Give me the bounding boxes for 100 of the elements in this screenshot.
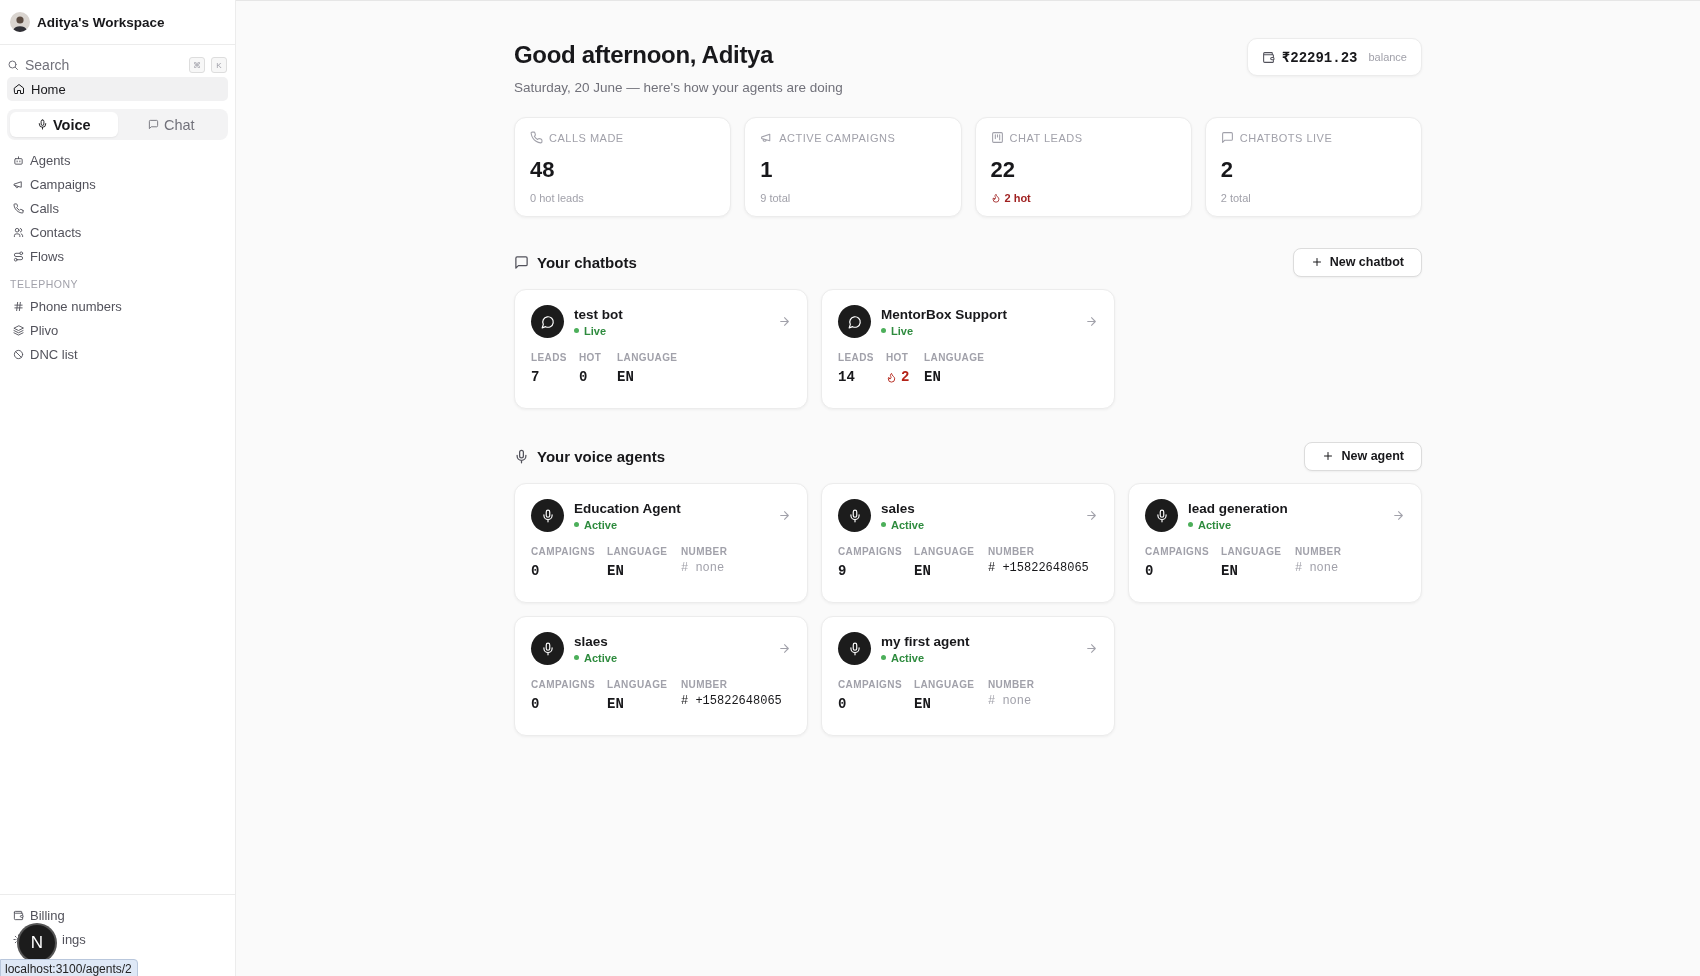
- stat-label: LANGUAGE: [924, 352, 985, 363]
- plus-icon: [1322, 450, 1335, 462]
- wallet-icon: [13, 909, 24, 921]
- stat-label: NUMBER: [988, 679, 1035, 690]
- board-icon: [990, 131, 1004, 144]
- search-icon: [7, 59, 19, 71]
- phone-number: # +15822648065: [681, 694, 782, 708]
- agent-card[interactable]: slaes Active CAMPAIGNS 0 LANGUAGE EN NUMBER # +15822648065: [514, 616, 808, 736]
- sidebar-item[interactable]: Plivo: [7, 318, 228, 342]
- stat-value: EN: [924, 369, 942, 385]
- microphone-icon: [540, 641, 555, 656]
- chat-bubble-icon: [514, 254, 529, 270]
- new-chatbot-button[interactable]: New chatbot: [1292, 247, 1422, 277]
- agent-card[interactable]: lead generation Active CAMPAIGNS 0 LANGUAGE EN NUMBER # none: [1128, 483, 1422, 603]
- chatbot-card[interactable]: test bot Live LEADS 7 HOT 0 LANGUAGE EN: [514, 289, 808, 409]
- stat-note: 2 hot: [990, 192, 1176, 204]
- phone-number: # none: [681, 561, 726, 575]
- microphone-icon: [1154, 508, 1169, 523]
- stat-label: CHATBOTS LIVE: [1239, 131, 1333, 144]
- chat-bubble-icon: [1220, 131, 1234, 144]
- flame-icon: [886, 371, 897, 383]
- stat-value: EN: [1221, 563, 1239, 579]
- status-label: Active: [891, 651, 925, 664]
- card-title: lead generation: [1188, 500, 1288, 516]
- mode-tab[interactable]: Voice: [10, 112, 118, 137]
- stat-label: LANGUAGE: [914, 546, 976, 557]
- chat-bubble-icon: [847, 314, 862, 329]
- agent-card[interactable]: sales Active CAMPAIGNS 9 LANGUAGE EN NUMBER # +15822648065: [821, 483, 1115, 603]
- agent-card[interactable]: my first agent Active CAMPAIGNS 0 LANGUAGE EN NUMBER # none: [821, 616, 1115, 736]
- stat-value: 0: [531, 696, 541, 712]
- arrow-right-icon: [778, 509, 791, 522]
- greeting-heading: Good afternoon, Aditya: [514, 41, 775, 69]
- section-title: Your chatbots: [537, 253, 637, 271]
- mode-tab[interactable]: Chat: [117, 112, 225, 137]
- card-title: sales: [881, 500, 916, 516]
- stat-value: EN: [607, 563, 625, 579]
- sidebar-item[interactable]: Flows: [7, 244, 228, 268]
- stat-label: LANGUAGE: [617, 352, 678, 363]
- stat-value: 2: [1220, 157, 1234, 183]
- balance-amount: ₹22291.23: [1281, 48, 1358, 66]
- phone-number: # none: [1295, 561, 1340, 575]
- card-title: my first agent: [881, 633, 970, 649]
- home-nav-item[interactable]: Home: [7, 77, 228, 101]
- stat-value: EN: [914, 563, 932, 579]
- arrow-right-icon: [1085, 509, 1098, 522]
- workspace-name[interactable]: Aditya's Workspace: [37, 14, 165, 30]
- microphone-icon: [540, 508, 555, 523]
- chat-bubble-icon: [540, 314, 555, 329]
- megaphone-icon: [13, 178, 24, 190]
- stat-label: HOT: [579, 352, 603, 363]
- sidebar-item[interactable]: Billing: [30, 907, 65, 923]
- new-agent-button[interactable]: New agent: [1304, 441, 1422, 471]
- status-label: Active: [1198, 518, 1232, 531]
- stat-label: CAMPAIGNS: [531, 679, 595, 690]
- layers-icon: [13, 324, 24, 336]
- stat-label: LANGUAGE: [914, 679, 976, 690]
- flow-icon: [13, 250, 24, 262]
- stat-value: 1: [760, 157, 774, 183]
- stat-value: 0: [838, 696, 848, 712]
- status-label: Active: [891, 518, 925, 531]
- robot-icon: [13, 154, 24, 166]
- search-field[interactable]: Search: [25, 57, 183, 73]
- sidebar-item[interactable]: Phone numbers: [7, 294, 228, 318]
- arrow-right-icon: [778, 315, 791, 328]
- microphone-icon: [514, 448, 529, 464]
- agent-card[interactable]: Education Agent Active CAMPAIGNS 0 LANGUAGE EN NUMBER # none: [514, 483, 808, 603]
- stat-label: CAMPAIGNS: [838, 546, 902, 557]
- wallet-icon: [1261, 50, 1275, 64]
- stat-label: LEADS: [531, 352, 567, 363]
- status-dot: [574, 328, 579, 333]
- stat-label: ACTIVE CAMPAIGNS: [779, 131, 896, 144]
- sidebar-item[interactable]: DNC list: [7, 342, 228, 366]
- blocked-icon: [13, 348, 24, 360]
- status-label: Active: [584, 518, 618, 531]
- status-dot: [881, 328, 886, 333]
- plus-icon: [1310, 256, 1323, 268]
- stat-value: 9: [838, 563, 848, 579]
- stat-note: 0 hot leads: [530, 192, 585, 204]
- avatar: [10, 12, 30, 32]
- balance-label: balance: [1368, 51, 1407, 63]
- microphone-icon: [847, 508, 862, 523]
- stat-label: LANGUAGE: [607, 546, 669, 557]
- sidebar-item[interactable]: ings: [62, 931, 86, 947]
- stat-label: NUMBER: [681, 679, 729, 690]
- sidebar-item[interactable]: Agents: [7, 148, 228, 172]
- chatbot-card[interactable]: MentorBox Support Live LEADS 14 HOT 2 LANGUAGE EN: [821, 289, 1115, 409]
- stat-value: 14: [838, 369, 856, 385]
- sidebar-item[interactable]: Calls: [7, 196, 228, 220]
- stat-value: 7: [531, 369, 541, 385]
- arrow-right-icon: [778, 642, 791, 655]
- dev-badge[interactable]: N: [19, 925, 55, 961]
- home-icon: [13, 83, 25, 95]
- sidebar-item[interactable]: Contacts: [7, 220, 228, 244]
- status-dot: [1188, 522, 1193, 527]
- hash-icon: [13, 300, 24, 312]
- link-preview: localhost:3100/agents/2: [0, 959, 138, 976]
- stat-label: LANGUAGE: [607, 679, 669, 690]
- stat-label: CAMPAIGNS: [1145, 546, 1209, 557]
- stat-label: CALLS MADE: [549, 131, 624, 144]
- sidebar-item[interactable]: Campaigns: [7, 172, 228, 196]
